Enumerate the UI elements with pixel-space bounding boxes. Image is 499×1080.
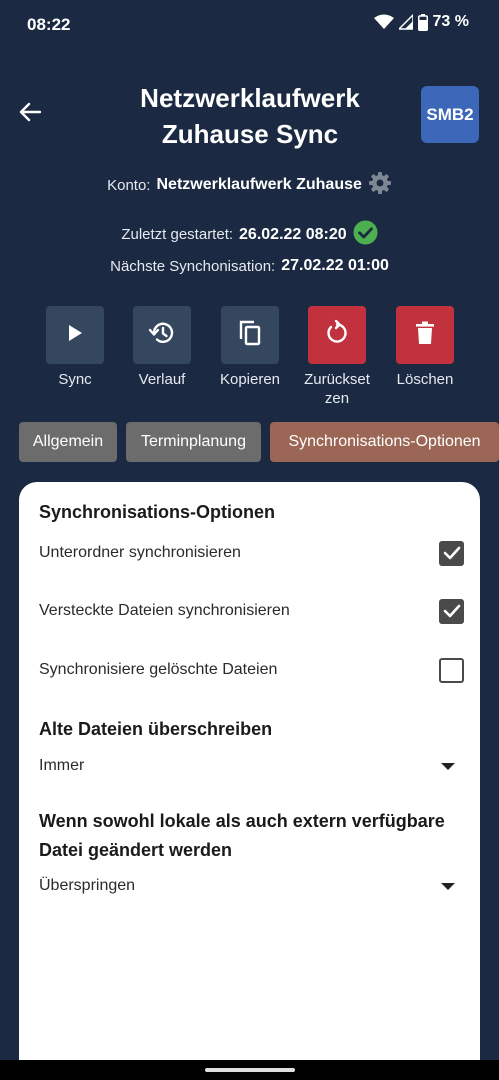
hidden-files-checkbox[interactable] (439, 598, 464, 624)
subfolders-checkbox[interactable] (439, 540, 464, 566)
last-started-label: Zuletzt gestartet: (121, 226, 234, 243)
gear-icon[interactable] (368, 171, 392, 199)
section-title: Synchronisations-Optionen (39, 502, 276, 522)
back-button[interactable] (14, 98, 46, 130)
account-value: Netzwerklaufwerk Zuhause (156, 176, 362, 193)
tab-general[interactable]: Allgemein (19, 422, 117, 462)
option-hidden-files[interactable]: Versteckte Dateien synchronisieren (39, 591, 464, 631)
option-hidden-files-label: Versteckte Dateien synchronisieren (39, 602, 290, 619)
option-deleted-files[interactable]: Synchronisiere gelöschte Dateien (39, 650, 464, 690)
check-circle-icon (353, 220, 378, 249)
sync-button-box[interactable] (46, 306, 104, 364)
deleted-files-checkbox[interactable] (439, 657, 464, 683)
screen: 08:22 73 % Netzwerklaufwerk Zuhause Sync… (0, 0, 499, 1080)
next-sync-value: 27.02.22 01:00 (281, 257, 389, 274)
sync-button[interactable]: Sync (30, 306, 120, 389)
play-icon (66, 323, 84, 348)
reset-label: Zurücksetzen (304, 371, 370, 407)
option-subfolders[interactable]: Unterordner synchronisieren (39, 533, 464, 573)
conflict-value: Überspringen (39, 877, 136, 894)
overwrite-dropdown[interactable]: Immer (39, 751, 455, 781)
option-subfolders-label: Unterordner synchronisieren (39, 544, 241, 561)
arrow-left-icon (19, 102, 42, 127)
history-button[interactable]: Verlauf (117, 306, 207, 389)
history-label: Verlauf (138, 371, 186, 388)
delete-label: Löschen (396, 371, 454, 388)
page-title: Netzwerklaufwerk Zuhause Sync (140, 83, 360, 149)
option-deleted-files-label: Synchronisiere gelöschte Dateien (39, 661, 278, 678)
conflict-dropdown[interactable]: Überspringen (39, 871, 455, 901)
conflict-title: Wenn sowohl lokale als auch extern verfü… (39, 811, 445, 860)
battery-icon (417, 13, 428, 31)
trash-icon (414, 320, 436, 351)
check-icon (443, 546, 460, 560)
history-button-box[interactable] (133, 306, 191, 364)
tab-scheduling[interactable]: Terminplanung (126, 422, 261, 462)
reset-button[interactable]: Zurücksetzen (292, 306, 382, 408)
status-time: 08:22 (27, 15, 71, 34)
copy-button[interactable]: Kopieren (205, 306, 295, 389)
options-card: Synchronisations-Optionen Unterordner sy… (19, 482, 480, 1072)
signal-icon (398, 14, 413, 30)
chevron-down-icon (441, 882, 455, 890)
last-started-value: 26.02.22 08:20 (239, 225, 347, 243)
reset-button-box[interactable] (308, 306, 366, 364)
history-icon (148, 319, 176, 352)
navigation-bar (0, 1060, 499, 1080)
delete-button[interactable]: Löschen (380, 306, 470, 389)
status-icons: 73 % (373, 13, 469, 31)
account-line: Konto: Netzwerklaufwerk Zuhause (0, 171, 499, 199)
check-icon (443, 604, 460, 618)
home-gesture-handle[interactable] (205, 1068, 295, 1072)
overwrite-title: Alte Dateien überschreiben (39, 719, 273, 739)
status-bar: 08:22 73 % (0, 0, 499, 50)
next-sync-line: Nächste Synchonisation: 27.02.22 01:00 (0, 257, 499, 275)
overwrite-value: Immer (39, 757, 85, 774)
protocol-badge: SMB2 (421, 86, 479, 143)
delete-button-box[interactable] (396, 306, 454, 364)
last-started-line: Zuletzt gestartet: 26.02.22 08:20 (0, 220, 499, 249)
copy-label: Kopieren (219, 371, 281, 388)
reset-icon (323, 319, 351, 352)
action-bar: Sync Verlauf Kopieren Zurücksetzen Lösch… (28, 306, 478, 411)
copy-icon (237, 319, 263, 352)
chevron-down-icon (441, 762, 455, 770)
copy-button-box[interactable] (221, 306, 279, 364)
tab-sync-options[interactable]: Synchronisations-Optionen (270, 422, 499, 462)
sync-label: Sync (58, 371, 92, 388)
next-sync-label: Nächste Synchonisation: (110, 257, 276, 275)
wifi-icon (373, 14, 394, 30)
account-label: Konto: (107, 176, 151, 194)
battery-percent: 73 % (432, 13, 469, 30)
